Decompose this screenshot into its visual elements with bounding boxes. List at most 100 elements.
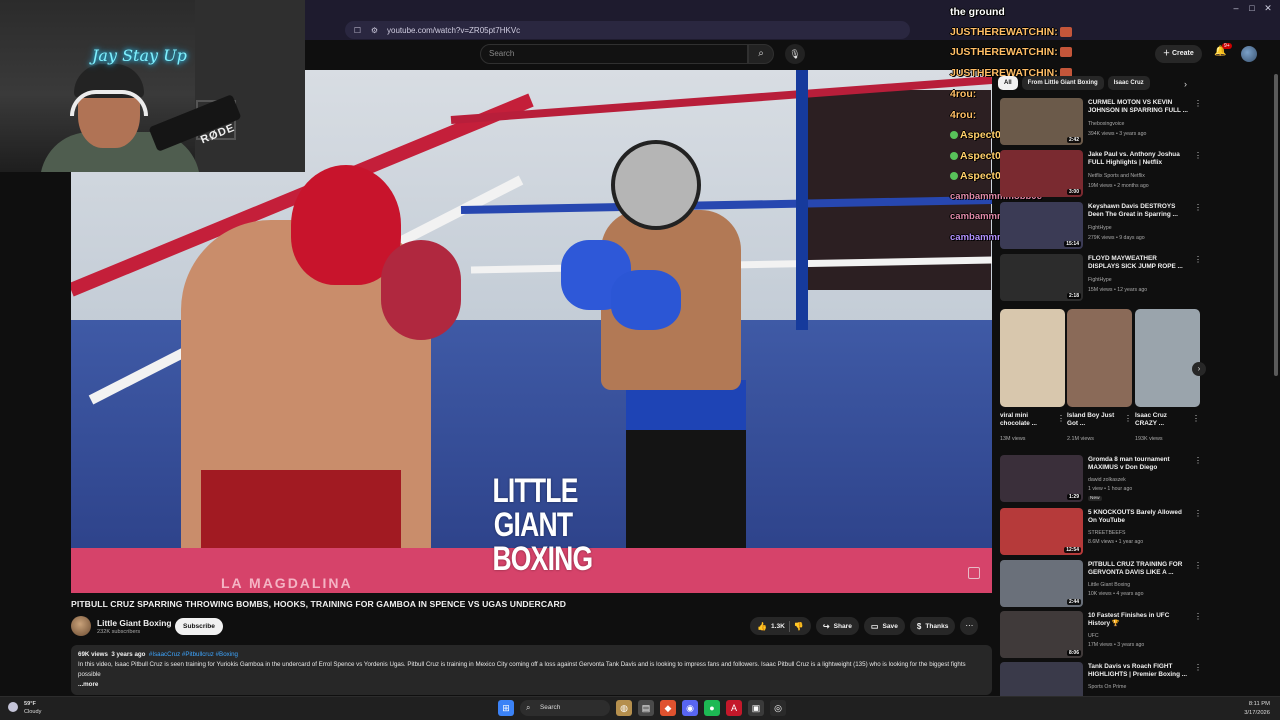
- recommended-video[interactable]: 2:18 FLOYD MAYWEATHER DISPLAYS SICK JUMP…: [1000, 254, 1205, 302]
- video-thumbnail[interactable]: [1000, 662, 1083, 696]
- rec-title[interactable]: PITBULL CRUZ TRAINING FOR GERVONTA DAVIS…: [1088, 561, 1188, 578]
- system-clock[interactable]: 8:11 PM 3/17/2026: [1244, 700, 1270, 718]
- url-text[interactable]: youtube.com/watch?v=ZR05pt7HKVc: [387, 26, 520, 35]
- rec-channel[interactable]: Theboxingvoice: [1088, 121, 1124, 127]
- rec-title[interactable]: 10 Fastest Finishes in UFC History 🏆: [1088, 612, 1188, 629]
- rec-title[interactable]: FLOYD MAYWEATHER DISPLAYS SICK JUMP ROPE…: [1088, 255, 1188, 272]
- upload-age: 3 years ago: [111, 651, 146, 658]
- more-vert-icon[interactable]: ⋮: [1194, 509, 1202, 518]
- video-thumbnail[interactable]: 3:00: [1000, 150, 1083, 197]
- short-thumbnail[interactable]: [1067, 309, 1132, 407]
- video-thumbnail[interactable]: 8:06: [1000, 611, 1083, 658]
- short-title[interactable]: viral mini chocolate ...: [1000, 412, 1055, 429]
- search-button[interactable]: ⌕: [748, 44, 774, 64]
- more-vert-icon[interactable]: ⋮: [1194, 456, 1202, 465]
- recommended-video[interactable]: 2:44 PITBULL CRUZ TRAINING FOR GERVONTA …: [1000, 560, 1205, 608]
- short-item[interactable]: viral mini chocolate ... 13M views ⋮: [1000, 309, 1065, 442]
- rec-channel[interactable]: Little Giant Boxing: [1088, 582, 1130, 588]
- video-thumbnail[interactable]: 1:29: [1000, 455, 1083, 502]
- chevron-right-icon[interactable]: ›: [1184, 79, 1187, 89]
- recommended-video[interactable]: Tank Davis vs Roach FIGHT HIGHLIGHTS | P…: [1000, 662, 1205, 696]
- rec-title[interactable]: 5 KNOCKOUTS Barely Allowed On YouTube: [1088, 509, 1188, 526]
- rec-channel[interactable]: dawid zolkaszek: [1088, 477, 1126, 483]
- media-icon[interactable]: ▣: [748, 700, 764, 716]
- taskbar-search[interactable]: ⌕ Search: [520, 700, 610, 716]
- bookmark-icon[interactable]: ☐: [353, 26, 362, 35]
- more-vert-icon[interactable]: ⋮: [1194, 612, 1202, 621]
- rec-channel[interactable]: Sports On Prime: [1088, 684, 1126, 690]
- sidebar-scrollbar[interactable]: [1274, 74, 1278, 376]
- hashtags[interactable]: #IsaacCruz #Pitbullcruz #Boxing: [149, 651, 238, 658]
- video-thumbnail[interactable]: 2:44: [1000, 560, 1083, 607]
- short-item[interactable]: Isaac Cruz CRAZY ... 193K views ⋮: [1135, 309, 1200, 442]
- video-thumbnail[interactable]: 2:42: [1000, 98, 1083, 145]
- adobe-icon[interactable]: A: [726, 700, 742, 716]
- rec-title[interactable]: Gromda 8 man tournament MAXIMUS v Don Di…: [1088, 456, 1188, 473]
- share-button[interactable]: ↪ Share: [815, 617, 859, 635]
- recommended-video[interactable]: 1:29 Gromda 8 man tournament MAXIMUS v D…: [1000, 455, 1205, 503]
- chip-from-channel[interactable]: From Little Giant Boxing: [1021, 76, 1104, 90]
- subscribe-button[interactable]: Subscribe: [175, 618, 223, 635]
- rec-meta: 17M views • 3 years ago: [1088, 642, 1145, 648]
- chip-isaac-cruz[interactable]: Isaac Cruz: [1107, 76, 1150, 90]
- description-box[interactable]: 69K views 3 years ago #IsaacCruz #Pitbul…: [71, 645, 992, 695]
- thanks-button[interactable]: $ Thanks: [909, 617, 956, 635]
- like-count[interactable]: 1.3K: [771, 623, 785, 630]
- save-button[interactable]: ▭ Save: [863, 617, 905, 635]
- short-thumbnail[interactable]: [1000, 309, 1065, 407]
- rec-channel[interactable]: FightHype: [1088, 277, 1112, 283]
- short-title[interactable]: Island Boy Just Got ...: [1067, 412, 1122, 429]
- discord-icon[interactable]: ◉: [682, 700, 698, 716]
- more-vert-icon[interactable]: ⋮: [1194, 203, 1202, 212]
- rec-title[interactable]: Keyshawn Davis DESTROYS Deen The Great i…: [1088, 203, 1188, 220]
- rec-channel[interactable]: FightHype: [1088, 225, 1112, 231]
- rec-channel[interactable]: UFC: [1088, 633, 1099, 639]
- chevron-right-icon[interactable]: ›: [1192, 362, 1206, 376]
- subscriber-count: 232K subscribers: [97, 629, 141, 635]
- dislike-icon[interactable]: 👎: [794, 622, 804, 631]
- more-vert-icon[interactable]: ⋮: [1194, 561, 1202, 570]
- channel-name[interactable]: Little Giant Boxing: [97, 618, 171, 628]
- voice-search-icon[interactable]: 🎙: [785, 44, 805, 64]
- spotify-icon[interactable]: ●: [704, 700, 720, 716]
- obs-icon[interactable]: ◎: [770, 700, 786, 716]
- recommended-video[interactable]: 2:42 CURMEL MOTON VS KEVIN JOHNSON IN SP…: [1000, 98, 1205, 146]
- more-vert-icon[interactable]: ⋮: [1057, 414, 1065, 423]
- rec-title[interactable]: Jake Paul vs. Anthony Joshua FULL Highli…: [1088, 151, 1188, 168]
- short-item[interactable]: Island Boy Just Got ... 2.1M views ⋮: [1067, 309, 1132, 442]
- more-vert-icon[interactable]: ⋮: [1194, 151, 1202, 160]
- more-vert-icon[interactable]: ⋮: [1192, 414, 1200, 423]
- short-title[interactable]: Isaac Cruz CRAZY ...: [1135, 412, 1190, 429]
- video-thumbnail[interactable]: 12:54: [1000, 508, 1083, 555]
- rec-title[interactable]: Tank Davis vs Roach FIGHT HIGHLIGHTS | P…: [1088, 663, 1188, 680]
- recommended-video[interactable]: 12:54 5 KNOCKOUTS Barely Allowed On YouT…: [1000, 508, 1205, 556]
- more-vert-icon[interactable]: ⋮: [1194, 255, 1202, 264]
- recommended-video[interactable]: 15:14 Keyshawn Davis DESTROYS Deen The G…: [1000, 202, 1205, 250]
- channel-avatar[interactable]: [71, 616, 91, 636]
- more-vert-icon[interactable]: ⋮: [1194, 663, 1202, 672]
- chat-username: 4rou:: [950, 109, 977, 121]
- video-thumbnail[interactable]: 15:14: [1000, 202, 1083, 249]
- short-views: 13M views: [1000, 436, 1026, 442]
- address-bar[interactable]: ☐ ⚙ youtube.com/watch?v=ZR05pt7HKVc: [345, 21, 910, 39]
- weather-widget[interactable]: 59°F Cloudy: [8, 700, 41, 716]
- widget-icon[interactable]: ◍: [616, 700, 632, 716]
- video-thumbnail[interactable]: 2:18: [1000, 254, 1083, 301]
- chip-all[interactable]: All: [998, 76, 1018, 90]
- site-settings-icon[interactable]: ⚙: [370, 26, 379, 35]
- start-icon[interactable]: ⊞: [498, 700, 514, 716]
- more-vert-icon[interactable]: ⋮: [1194, 99, 1202, 108]
- brave-browser-icon[interactable]: ◆: [660, 700, 676, 716]
- rec-title[interactable]: CURMEL MOTON VS KEVIN JOHNSON IN SPARRIN…: [1088, 99, 1188, 116]
- show-more-link[interactable]: ...more: [78, 680, 985, 690]
- rec-channel[interactable]: STREETBEEFS: [1088, 530, 1125, 536]
- short-thumbnail[interactable]: [1135, 309, 1200, 407]
- rec-channel[interactable]: Netflix Sports and Netflix: [1088, 173, 1145, 179]
- recommended-video[interactable]: 3:00 Jake Paul vs. Anthony Joshua FULL H…: [1000, 150, 1205, 198]
- recommended-video[interactable]: 8:06 10 Fastest Finishes in UFC History …: [1000, 611, 1205, 659]
- search-input[interactable]: Search: [480, 44, 748, 64]
- more-actions-icon[interactable]: ⋯: [960, 617, 979, 635]
- like-icon[interactable]: 👍: [757, 622, 767, 631]
- more-vert-icon[interactable]: ⋮: [1124, 414, 1132, 423]
- file-explorer-icon[interactable]: ▤: [638, 700, 654, 716]
